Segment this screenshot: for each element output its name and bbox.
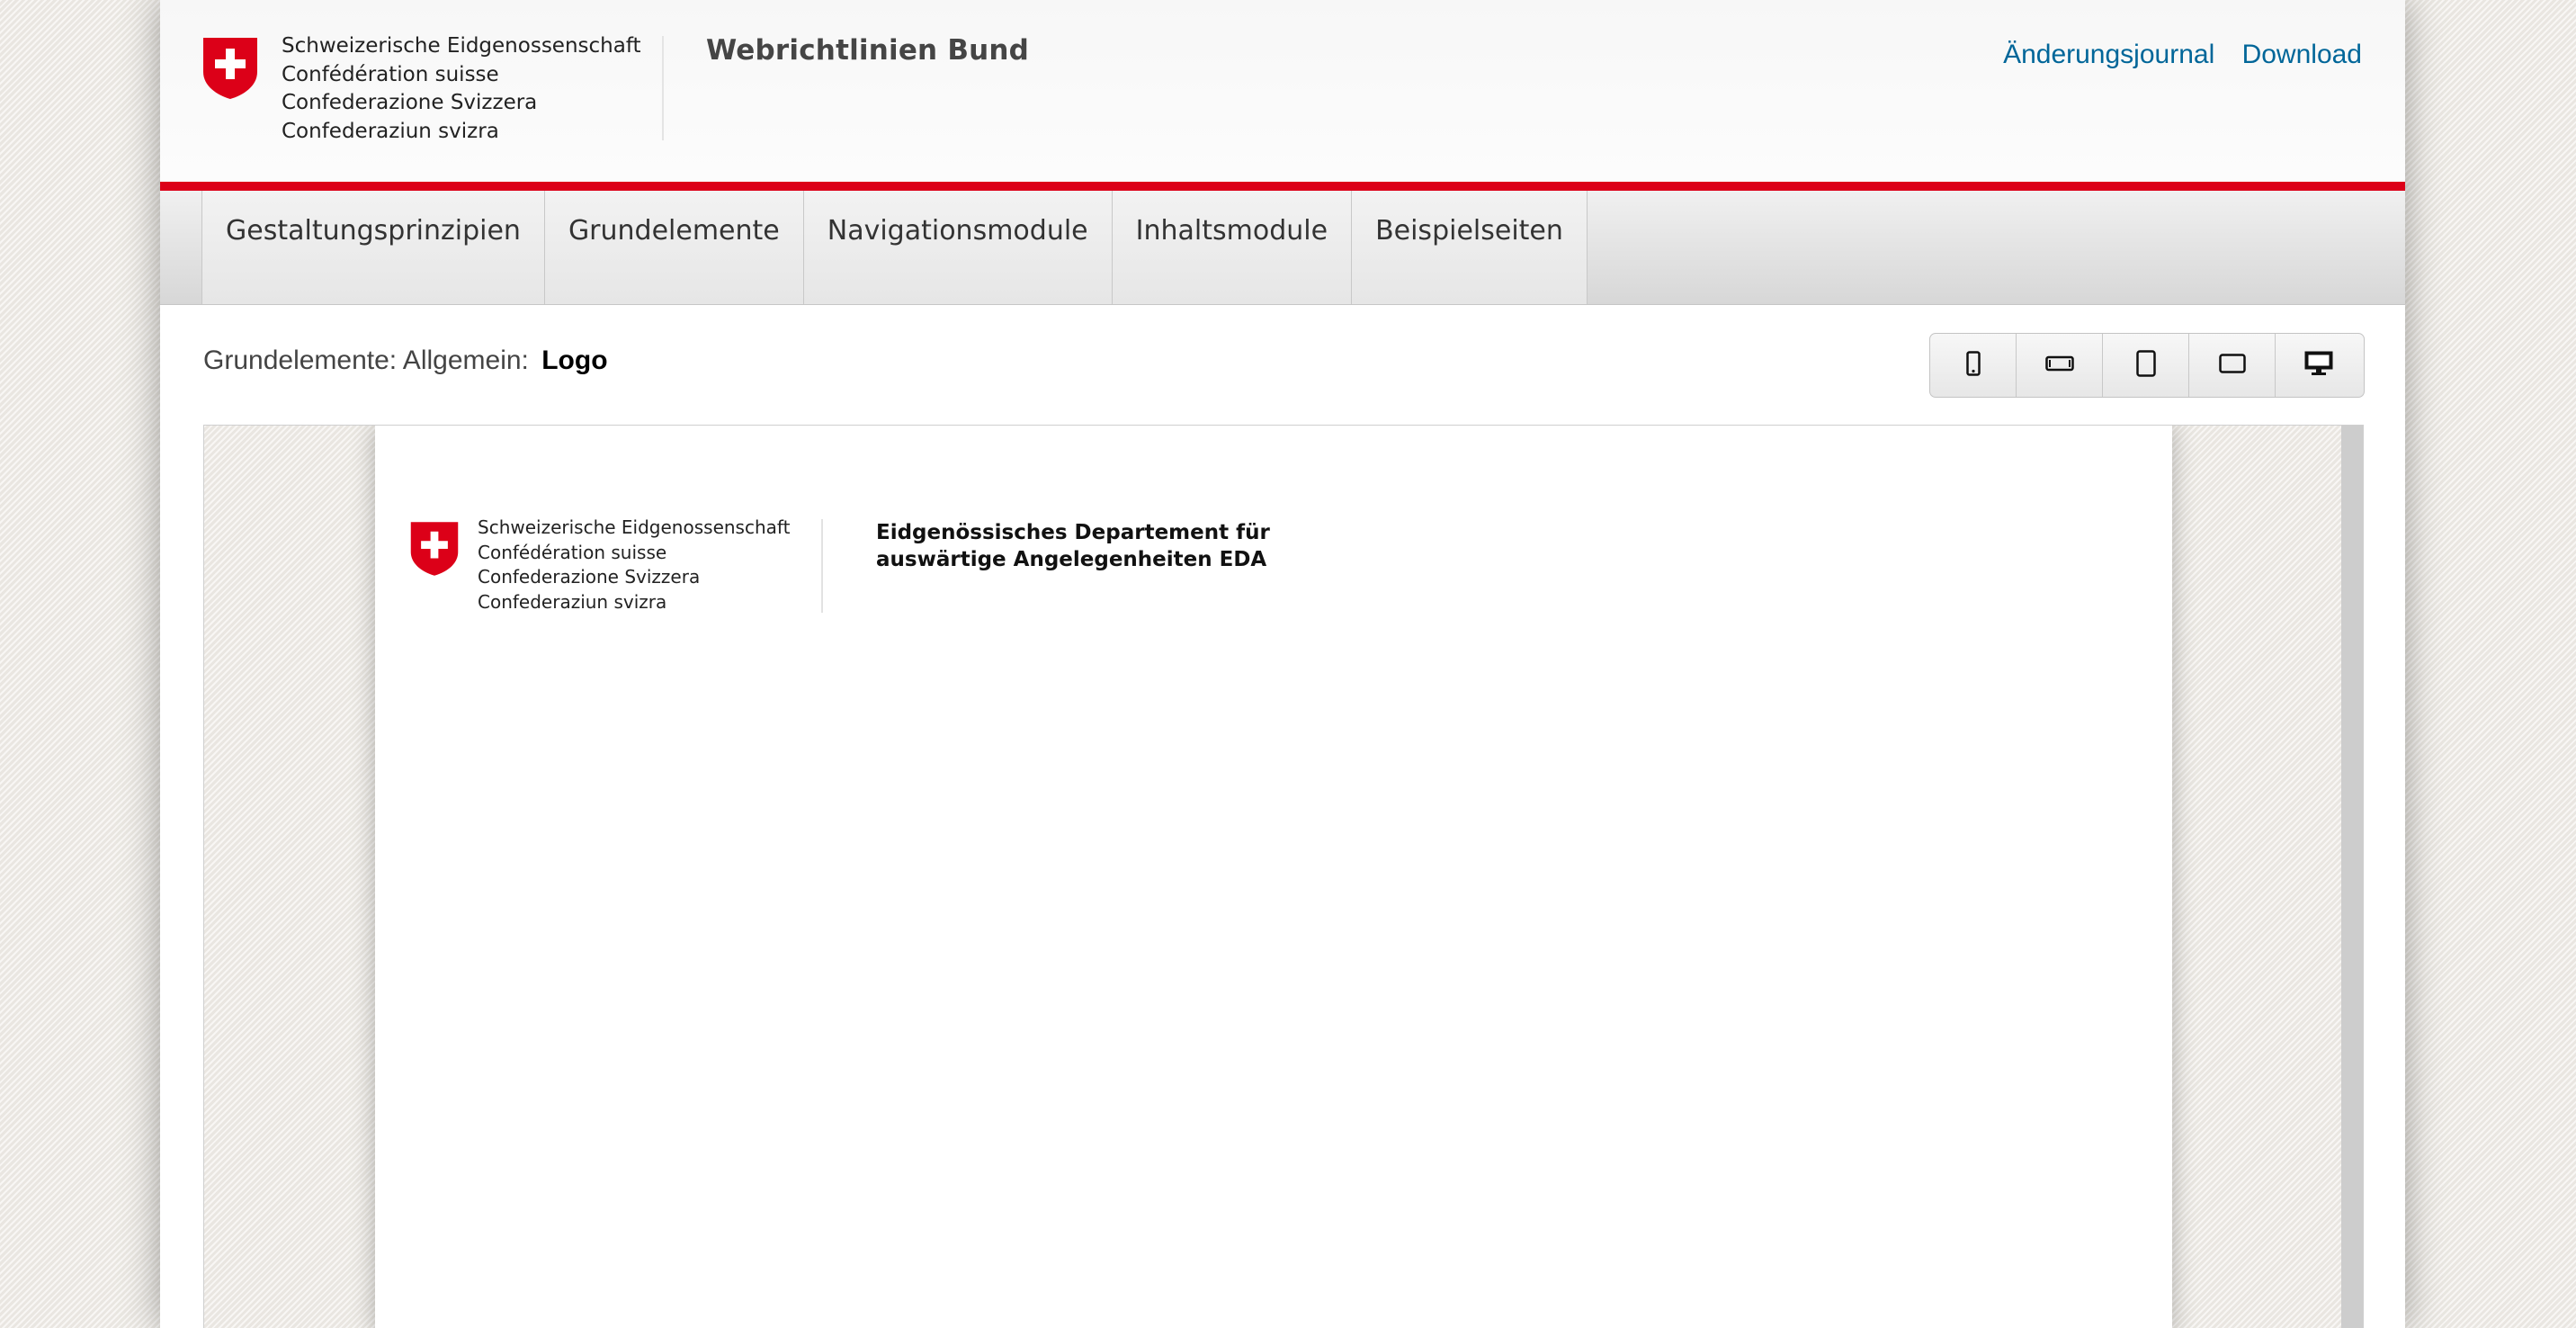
preview-frame: Schweizerische Eidgenossenschaft Confédé… [375,426,2172,1328]
tablet-portrait-button[interactable] [2103,334,2189,397]
smartphone-landscape-button[interactable] [2017,334,2103,397]
department-line-2: auswärtige Angelegenheiten EDA [876,548,1267,571]
nav-item-gestaltungsprinzipien[interactable]: Gestaltungsprinzipien [201,191,544,304]
download-link[interactable]: Download [2242,40,2362,69]
nav-item-inhaltsmodule[interactable]: Inhaltsmodule [1111,191,1352,304]
desktop-icon [2304,351,2333,380]
smartphone-landscape-icon [2044,355,2074,375]
preview-logo-divider [821,519,823,613]
swiss-shield-logo[interactable] [201,36,259,101]
department-name: Eidgenössisches Departement für auswärti… [876,519,1270,573]
desktop-button[interactable] [2276,334,2362,397]
main-navigation: Gestaltungsprinzipien Grundelemente Navi… [160,191,2405,305]
changelog-link[interactable]: Änderungsjournal [2003,40,2214,69]
tablet-landscape-icon [2218,354,2246,377]
logo-preview-area: Schweizerische Eidgenossenschaft Confédé… [203,425,2364,1328]
site-header: Schweizerische Eidgenossenschaft Confédé… [160,0,2405,182]
federation-name: Schweizerische Eidgenossenschaft Confédé… [282,32,641,146]
preview-federation-line-fr: Confédération suisse [478,541,667,563]
swiss-shield-icon [409,520,460,578]
preview-federation-name: Schweizerische Eidgenossenschaft Confédé… [478,516,790,615]
federation-line-rm: Confederaziun svizra [282,119,499,143]
federation-line-it: Confederazione Svizzera [282,91,538,114]
nav-item-beispielseiten[interactable]: Beispielseiten [1351,191,1588,304]
breadcrumb: Grundelemente: Allgemein: Logo [203,345,608,376]
nav-item-navigationsmodule[interactable]: Navigationsmodule [802,191,1112,304]
federation-line-de: Schweizerische Eidgenossenschaft [282,34,641,58]
accent-bar [160,182,2405,191]
breadcrumb-path: Grundelemente: Allgemein: [203,345,529,375]
department-line-1: Eidgenössisches Departement für [876,521,1270,544]
breadcrumb-current: Logo [541,345,608,375]
nav-item-grundelemente[interactable]: Grundelemente [543,191,803,304]
meta-navigation: Änderungsjournal Download [1983,40,2362,70]
tablet-landscape-button[interactable] [2189,334,2276,397]
preview-federation-line-rm: Confederaziun svizra [478,590,667,613]
federation-line-fr: Confédération suisse [282,62,499,86]
header-divider [662,36,664,140]
site-title: Webrichtlinien Bund [706,34,1030,67]
tablet-portrait-icon [2135,350,2156,381]
device-preview-switcher [1929,333,2365,398]
page: Schweizerische Eidgenossenschaft Confédé… [160,0,2405,1328]
smartphone-portrait-icon [1965,351,1981,380]
nav-list: Gestaltungsprinzipien Grundelemente Navi… [201,191,1588,304]
preview-federation-line-it: Confederazione Svizzera [478,566,701,588]
preview-scrollbar[interactable] [2341,426,2363,1328]
smartphone-portrait-button[interactable] [1930,334,2017,397]
preview-federation-line-de: Schweizerische Eidgenossenschaft [478,516,791,538]
